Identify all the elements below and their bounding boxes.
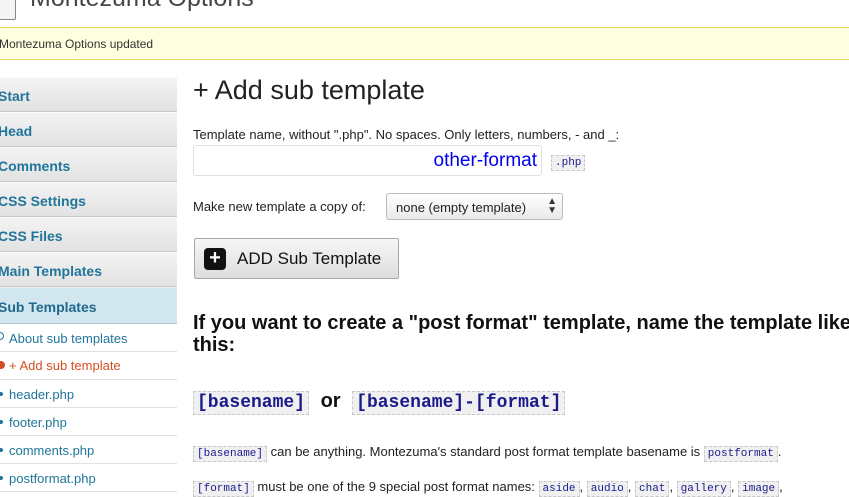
sidebar-item-label: Main Templates [0, 263, 102, 279]
sub-item-footer[interactable]: footer.php [0, 408, 177, 436]
postformat-code: postformat [703, 446, 778, 462]
sidebar-item-sub-templates[interactable]: Sub Templates [0, 287, 177, 324]
sidebar-item-comments[interactable]: Comments [0, 147, 177, 182]
select-value: none (empty template) [396, 200, 527, 215]
bullet-icon [0, 476, 3, 480]
sub-item-label: + Add sub template [9, 358, 121, 373]
sub-item-about[interactable]: About sub templates [0, 324, 177, 352]
template-name-input[interactable] [193, 145, 542, 176]
sub-item-label: header.php [9, 387, 75, 402]
sidebar-item-head[interactable]: Head [0, 112, 177, 147]
or-text: or [320, 390, 341, 412]
format-description: [format] must be one of the 9 special po… [193, 479, 783, 497]
info-icon [0, 332, 4, 340]
bullet-icon [0, 420, 3, 424]
sidebar-item-label: CSS Files [0, 228, 63, 244]
page-title: Montezuma Options [30, 0, 254, 13]
post-format-heading: If you want to create a "post format" te… [193, 312, 849, 356]
section-heading: + Add sub template [193, 75, 425, 105]
sub-item-label: comments.php [9, 443, 95, 458]
sub-item-postformat[interactable]: postformat.php [0, 464, 177, 492]
format-inline-code: [format] [193, 481, 254, 497]
sidebar-item-start[interactable]: Start [0, 77, 177, 112]
sidebar-item-main-templates[interactable]: Main Templates [0, 252, 177, 287]
sidebar-item-label: Start [0, 88, 30, 104]
basename-text: can be anything. Montezuma's standard po… [267, 444, 704, 459]
sub-item-label: footer.php [9, 415, 67, 430]
sidebar-item-label: Head [0, 123, 33, 139]
bullet-icon [0, 392, 3, 396]
format-name-code: audio [586, 481, 628, 497]
basename-code: [basename] [193, 391, 310, 415]
format-name-code: gallery [676, 481, 731, 497]
php-suffix: .php [551, 155, 586, 171]
page-icon [0, 0, 16, 20]
sidebar-item-label: Comments [0, 158, 71, 174]
bullet-icon [0, 448, 3, 452]
sidebar-item-label: Sub Templates [0, 299, 97, 315]
select-arrows-icon: ▲ ▼ [547, 196, 557, 216]
sub-item-comments[interactable]: comments.php [0, 436, 177, 464]
sidebar-item-css-settings[interactable]: CSS Settings [0, 182, 177, 217]
sidebar-item-label: CSS Settings [0, 193, 86, 209]
basename-format-code: [basename]-[format] [352, 391, 566, 415]
sub-item-header[interactable]: header.php [0, 380, 177, 408]
notice-text: Montezuma Options updated [0, 37, 154, 51]
basename-description: [basename] can be anything. Montezuma's … [193, 444, 782, 462]
sidebar-item-css-files[interactable]: CSS Files [0, 217, 177, 252]
copy-template-select[interactable]: none (empty template) ▲ ▼ [386, 193, 563, 220]
sub-item-label: About sub templates [9, 331, 128, 346]
format-text: must be one of the 9 special post format… [253, 479, 539, 494]
button-label: ADD Sub Template [237, 249, 382, 268]
format-name-code: aside [538, 481, 580, 497]
sub-template-list: About sub templates + Add sub template h… [0, 324, 177, 492]
template-name-label: Template name, without ".php". No spaces… [193, 127, 620, 142]
format-name-code: image [738, 481, 780, 497]
basename-inline-code: [basename] [193, 446, 268, 462]
add-sub-template-button[interactable]: + ADD Sub Template [194, 238, 399, 279]
naming-pattern: [basename] or [basename]-[format] [193, 390, 566, 415]
add-bullet-icon [0, 361, 5, 369]
sub-item-add-template[interactable]: + Add sub template [0, 352, 177, 380]
plus-icon: + [204, 248, 226, 270]
notice-bar: Montezuma Options updated [0, 27, 849, 60]
format-name-code: chat [635, 481, 670, 497]
sidebar: Start Head Comments CSS Settings CSS Fil… [0, 77, 177, 492]
period: . [777, 444, 782, 459]
copy-label: Make new template a copy of: [193, 199, 366, 214]
sub-item-label: postformat.php [9, 471, 96, 486]
